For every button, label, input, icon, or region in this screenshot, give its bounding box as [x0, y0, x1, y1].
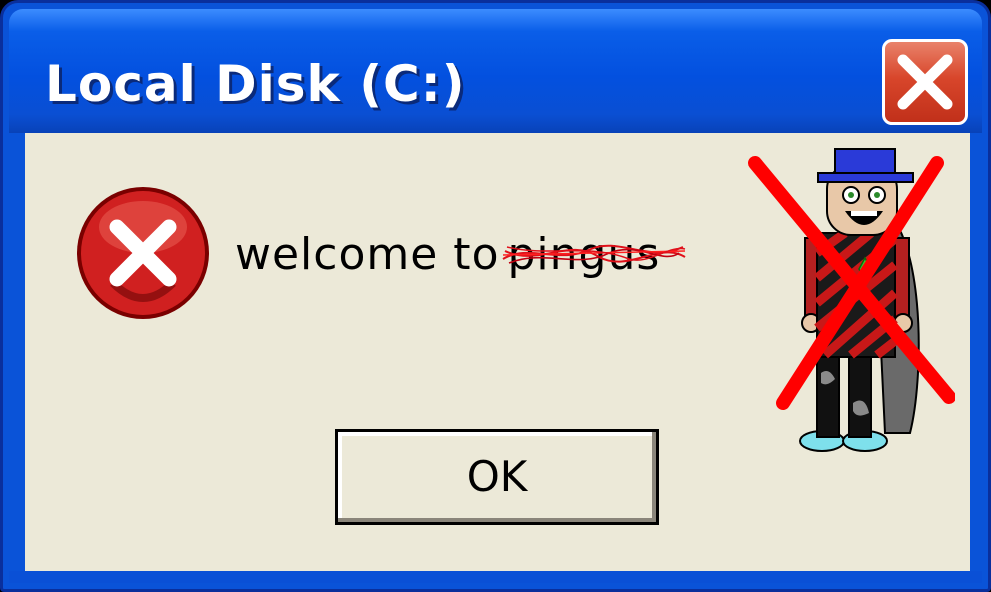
struck-word: pingus: [502, 233, 687, 277]
message-text: welcome to pingus: [235, 233, 687, 277]
scribble-strikethrough: [502, 244, 687, 264]
error-icon: [77, 187, 209, 319]
dialog-body: welcome to pingus OK: [25, 133, 970, 577]
message-label: welcome to: [235, 229, 500, 280]
title-bar[interactable]: Local Disk (C:): [9, 9, 982, 133]
close-button[interactable]: [882, 39, 968, 125]
dialog-window: Local Disk (C:) welcome to pingus OK: [0, 0, 991, 592]
window-title: Local Disk (C:): [45, 55, 466, 113]
crossed-out-character: [748, 148, 955, 452]
close-icon: [897, 54, 953, 110]
window-bottom-border: [9, 571, 982, 583]
ok-button[interactable]: OK: [335, 429, 659, 525]
